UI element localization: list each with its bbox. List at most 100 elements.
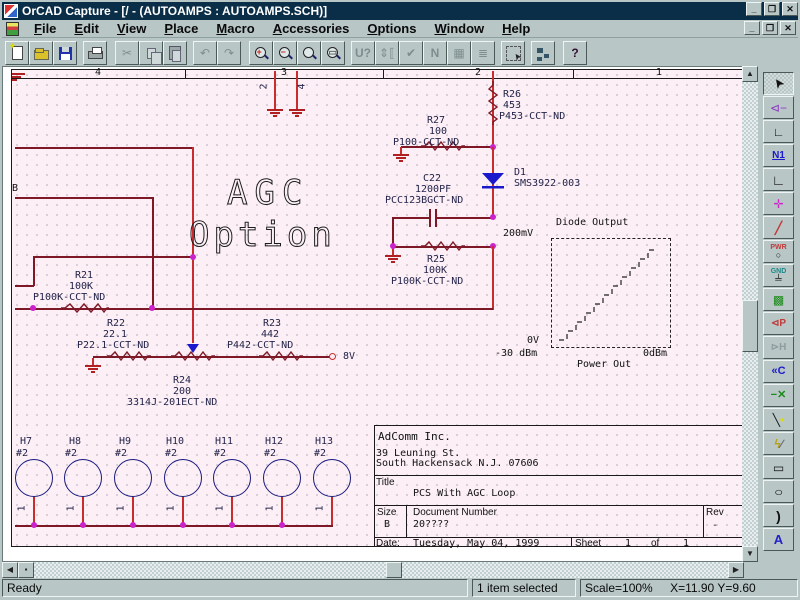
app-icon[interactable]: [4, 4, 18, 18]
wire[interactable]: [15, 197, 153, 199]
ref-des[interactable]: C22: [423, 173, 441, 184]
undo-button[interactable]: ↶: [193, 41, 217, 65]
net-label[interactable]: 2: [259, 83, 270, 89]
connector-h12[interactable]: [263, 459, 301, 497]
child-close-button[interactable]: ✕: [780, 21, 796, 35]
connector-h7[interactable]: [15, 459, 53, 497]
part-number[interactable]: PCC123BGCT-ND: [385, 195, 463, 206]
zoom-in-button[interactable]: +: [249, 41, 273, 65]
scroll-left-page-button[interactable]: ▪: [18, 562, 34, 578]
wire[interactable]: [274, 71, 276, 109]
place-part-tool[interactable]: ⊲−: [763, 96, 794, 119]
ref-des[interactable]: D1: [514, 167, 526, 178]
value[interactable]: #2: [16, 448, 28, 459]
zoom-out-button[interactable]: −: [273, 41, 297, 65]
connector-h10[interactable]: [164, 459, 202, 497]
connector-h9[interactable]: [114, 459, 152, 497]
print-button[interactable]: [83, 41, 107, 65]
value[interactable]: 100K: [423, 265, 447, 276]
child-minimize-button[interactable]: _: [744, 21, 760, 35]
diode-d1[interactable]: [480, 171, 506, 193]
value[interactable]: 200: [173, 386, 191, 397]
wire[interactable]: [492, 246, 494, 310]
new-document-button[interactable]: [5, 41, 29, 65]
menu-file[interactable]: File: [34, 21, 56, 36]
place-junction-tool[interactable]: ✛: [763, 192, 794, 215]
place-ellipse-tool[interactable]: ○: [763, 480, 794, 503]
doc-number-value[interactable]: 20????: [413, 519, 449, 530]
annotation-text[interactable]: Option: [189, 215, 336, 255]
capacitor-c22[interactable]: [429, 209, 431, 227]
resistor-r26[interactable]: [488, 81, 498, 125]
vertical-scroll-thumb[interactable]: [742, 300, 758, 352]
horizontal-scroll-thumb[interactable]: [386, 562, 402, 578]
ground-icon[interactable]: [393, 154, 409, 156]
value[interactable]: #2: [214, 448, 226, 459]
part-number[interactable]: 3314J-201ECT-ND: [127, 397, 217, 408]
value[interactable]: #2: [115, 448, 127, 459]
bom-button[interactable]: ▦: [447, 41, 471, 65]
place-bus-entry-tool[interactable]: ╱: [763, 216, 794, 239]
value[interactable]: #2: [65, 448, 77, 459]
supply-terminal[interactable]: [329, 353, 336, 360]
part-number[interactable]: SMS3922-003: [514, 178, 580, 189]
annotation-text[interactable]: AGC: [227, 173, 309, 213]
menu-help[interactable]: Help: [502, 21, 530, 36]
schematic-canvas[interactable]: 4 3 2 1 B 2 4 R26 453 P453-CCT-ND: [2, 66, 744, 562]
select-mode-button[interactable]: [501, 41, 525, 65]
annotate-button[interactable]: U?: [351, 41, 375, 65]
menu-view[interactable]: View: [117, 21, 146, 36]
value[interactable]: #2: [165, 448, 177, 459]
scroll-up-button[interactable]: ▲: [742, 66, 758, 82]
ref-des[interactable]: R23: [263, 318, 281, 329]
document-icon[interactable]: [6, 22, 19, 36]
scroll-down-button[interactable]: ▼: [742, 546, 758, 562]
place-power-tool[interactable]: PWR○: [763, 240, 794, 263]
ground-icon[interactable]: [385, 255, 401, 257]
graph-title[interactable]: Diode Output: [556, 217, 628, 228]
ground-icon[interactable]: [85, 365, 101, 367]
paste-button[interactable]: [163, 41, 187, 65]
menu-window[interactable]: Window: [434, 21, 484, 36]
value[interactable]: 100K: [69, 281, 93, 292]
help-button[interactable]: ?: [563, 41, 587, 65]
wire[interactable]: [296, 71, 298, 109]
ref-des[interactable]: R27: [427, 115, 445, 126]
part-number[interactable]: P22.1-CCT-ND: [77, 340, 149, 351]
value[interactable]: #2: [314, 448, 326, 459]
child-restore-button[interactable]: ❐: [762, 21, 778, 35]
place-line-tool[interactable]: ╲•: [763, 408, 794, 431]
wire[interactable]: [15, 147, 193, 149]
ref-des[interactable]: H7: [20, 436, 32, 447]
place-port-tool[interactable]: ⊲P: [763, 312, 794, 335]
scroll-right-button[interactable]: ▶: [728, 562, 744, 578]
resistor-r25[interactable]: [421, 241, 465, 251]
place-polyline-tool[interactable]: ϟ∕: [763, 432, 794, 455]
resistor-r23[interactable]: [259, 351, 303, 361]
connector-h13[interactable]: [313, 459, 351, 497]
ref-des[interactable]: H10: [166, 436, 184, 447]
menu-options[interactable]: Options: [367, 21, 416, 36]
cut-button[interactable]: ✂: [115, 41, 139, 65]
menu-macro[interactable]: Macro: [216, 21, 254, 36]
place-wire-tool[interactable]: ∟: [763, 120, 794, 143]
ref-des[interactable]: H13: [315, 436, 333, 447]
place-arc-tool[interactable]: ): [763, 504, 794, 527]
save-button[interactable]: [53, 41, 77, 65]
part-number[interactable]: P100-CCT-ND: [393, 137, 459, 148]
wire[interactable]: [34, 256, 193, 258]
value[interactable]: 100: [429, 126, 447, 137]
resistor-r21[interactable]: [61, 303, 109, 313]
redo-button[interactable]: ↷: [217, 41, 241, 65]
minimize-button[interactable]: _: [746, 2, 762, 16]
ref-des[interactable]: R21: [75, 270, 93, 281]
place-bus-tool[interactable]: ∟: [763, 168, 794, 191]
place-no-connect-tool[interactable]: −✕: [763, 384, 794, 407]
horizontal-scrollbar[interactable]: [2, 562, 744, 578]
ref-des[interactable]: R25: [427, 254, 445, 265]
sheet-title[interactable]: PCS With AGC Loop: [413, 488, 515, 499]
scroll-left-button[interactable]: ◀: [2, 562, 18, 578]
net-label[interactable]: 4: [297, 83, 308, 89]
drc-button[interactable]: ✔: [399, 41, 423, 65]
restore-button[interactable]: ❐: [764, 2, 780, 16]
